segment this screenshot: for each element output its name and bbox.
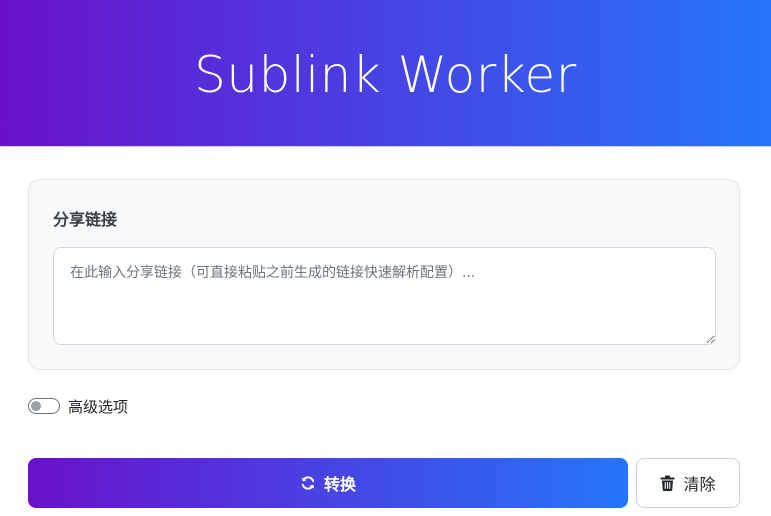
convert-button-label: 转换 [323,475,356,494]
share-link-input[interactable] [53,247,716,345]
advanced-options-label[interactable]: 高级选项 [68,396,128,417]
advanced-options-row: 高级选项 [28,395,128,417]
clear-button-label: 清除 [683,475,716,494]
advanced-options-toggle[interactable] [28,398,60,414]
toggle-knob [31,401,41,411]
sync-icon [300,475,316,491]
share-link-card: 分享链接 [28,179,740,370]
clear-button[interactable]: 清除 [636,458,740,508]
convert-button[interactable]: 转换 [28,458,628,508]
trash-icon [660,475,675,491]
share-link-label: 分享链接 [53,210,118,229]
page-header: Sublink Worker [0,0,771,147]
page-title: Sublink Worker [194,46,577,104]
